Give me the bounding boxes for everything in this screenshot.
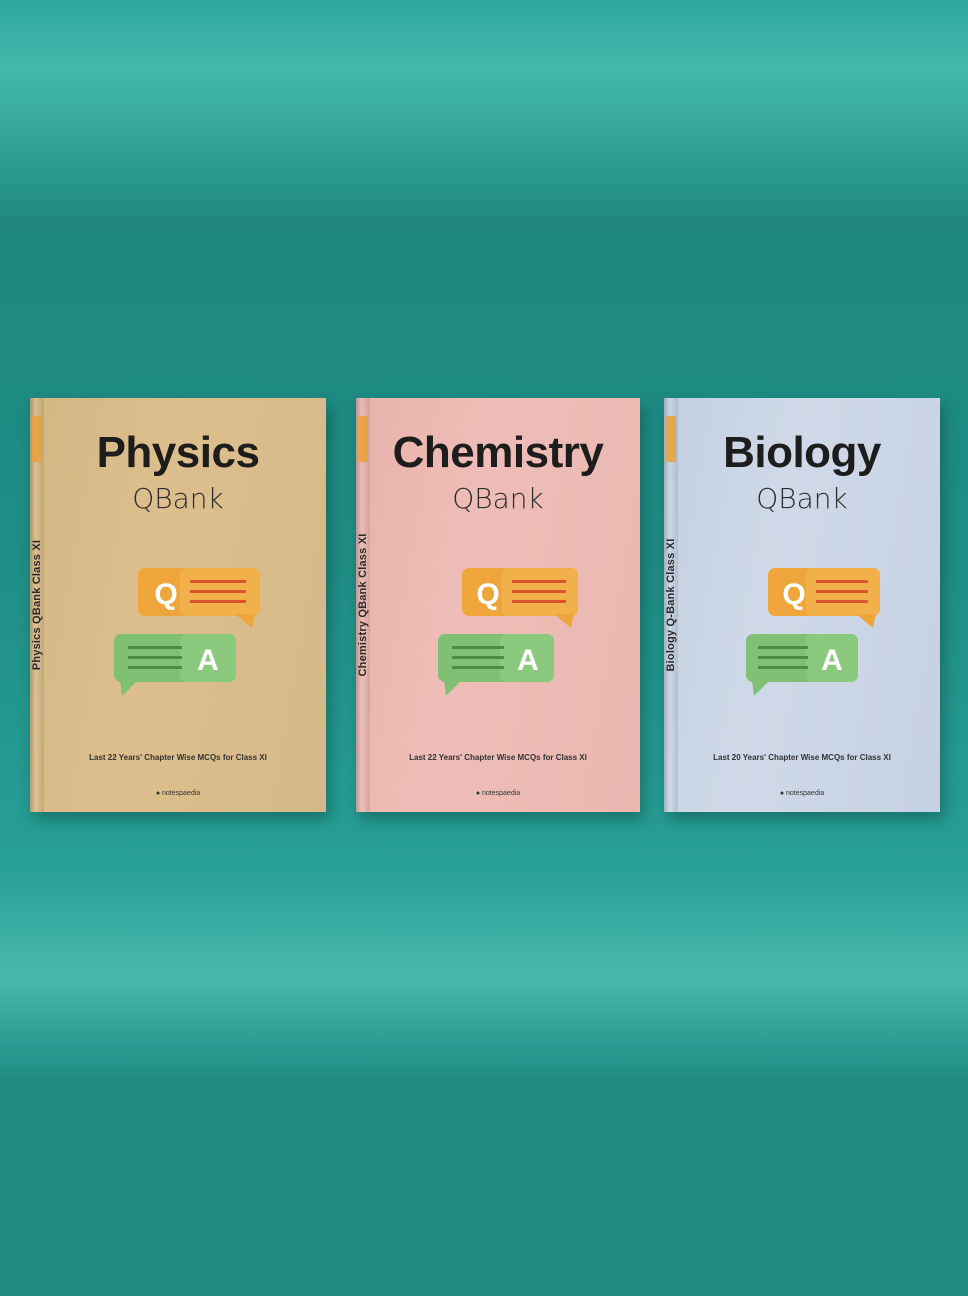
chemistry-book: Chemistry QBank Class XI Chemistry QBank… (356, 398, 640, 812)
answer-bubble-icon: A (114, 634, 236, 696)
book-tagline: Last 22 Years' Chapter Wise MCQs for Cla… (89, 753, 267, 762)
answer-letter: A (517, 644, 539, 677)
question-letter: Q (782, 578, 805, 611)
biology-book: Biology Q-Bank Class XI Biology QBank Q … (664, 398, 940, 812)
wall-top-band (0, 0, 968, 230)
book-title: Chemistry (392, 428, 604, 477)
book-title: Physics (96, 428, 260, 477)
book-tagline: Last 20 Years' Chapter Wise MCQs for Cla… (713, 753, 891, 762)
question-bubble-icon: Q (138, 568, 260, 628)
question-letter: Q (154, 578, 177, 611)
publisher-logo-icon: ● (475, 790, 481, 797)
qa-illustration: Q A (114, 568, 260, 696)
answer-bubble-icon: A (438, 634, 554, 696)
qa-illustration: Q A (438, 568, 578, 696)
physics-book: Physics QBank Class XI Physics QBank Q A… (30, 398, 326, 812)
publisher-name: notespaedia (482, 790, 521, 797)
question-bubble-icon: Q (768, 568, 880, 628)
publisher-logo: ● notespaedia (30, 790, 326, 797)
publisher-name: notespaedia (162, 790, 201, 797)
answer-letter: A (197, 644, 219, 677)
qa-illustration: Q A (746, 568, 880, 696)
book-title: Biology (723, 428, 881, 477)
answer-letter: A (821, 644, 843, 677)
question-letter: Q (476, 578, 499, 611)
book-subtitle: QBank (452, 482, 544, 515)
question-bubble-icon: Q (462, 568, 578, 628)
answer-bubble-icon: A (746, 634, 858, 696)
book-tagline: Last 22 Years' Chapter Wise MCQs for Cla… (409, 753, 587, 762)
publisher-logo: ● notespaedia (356, 790, 640, 797)
publisher-logo: ● notespaedia (664, 790, 940, 797)
book-subtitle: QBank (132, 482, 224, 515)
publisher-logo-icon: ● (155, 790, 161, 797)
book-subtitle: QBank (756, 482, 848, 515)
publisher-logo-icon: ● (779, 790, 785, 797)
publisher-name: notespaedia (786, 790, 825, 797)
floor-band (0, 1078, 968, 1296)
